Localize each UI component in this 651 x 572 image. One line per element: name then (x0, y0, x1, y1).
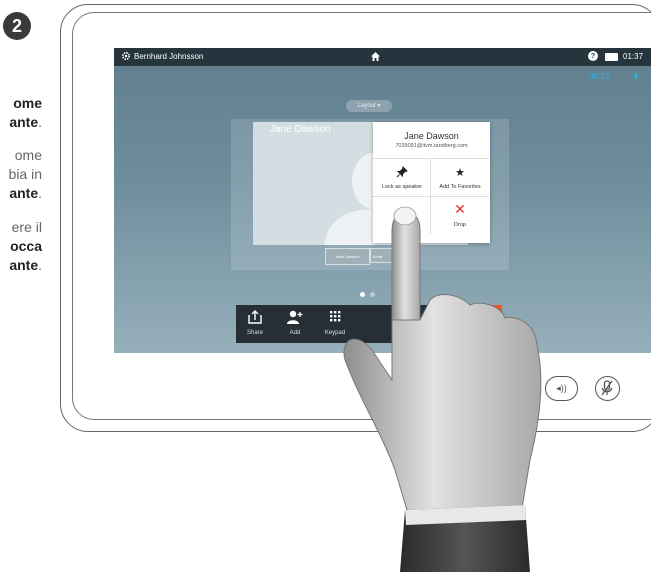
instruction-bold-7: occa (10, 238, 42, 254)
hand-overlay (343, 206, 542, 572)
instruction-bold-8: ante (9, 257, 39, 273)
instruction-line-5: ante. (9, 185, 42, 201)
share-icon (248, 310, 262, 324)
instruction-line-2: ante. (9, 114, 42, 130)
share-button[interactable]: Share (236, 305, 274, 343)
step-number-badge: 2 (3, 12, 31, 40)
instruction-bold-1: ome (13, 95, 42, 111)
instruction-bold-5: ante (9, 185, 39, 201)
share-label: Share (246, 330, 263, 336)
instruction-text-3: ome (14, 147, 42, 163)
add-button[interactable]: Add (276, 305, 314, 343)
instruction-line-7: occa (10, 237, 42, 256)
add-label: Add (289, 330, 301, 336)
add-user-icon (287, 310, 303, 324)
instruction-line-4: bia in (9, 165, 42, 184)
instruction-bold-2: ante (9, 114, 39, 130)
instruction-line-8: ante. (9, 257, 42, 273)
user-name: Bernhard Johnsson (134, 52, 204, 61)
participant-tile-name: Jane Dawson (270, 124, 331, 135)
instruction-text-4: bia in (8, 166, 42, 182)
instruction-line-6: ere il (12, 218, 42, 237)
instruction-line-3: ome (15, 146, 42, 165)
gear-icon[interactable] (121, 51, 131, 61)
instruction-line-1: ome (13, 94, 42, 113)
instruction-text-6: ere il (11, 219, 42, 235)
